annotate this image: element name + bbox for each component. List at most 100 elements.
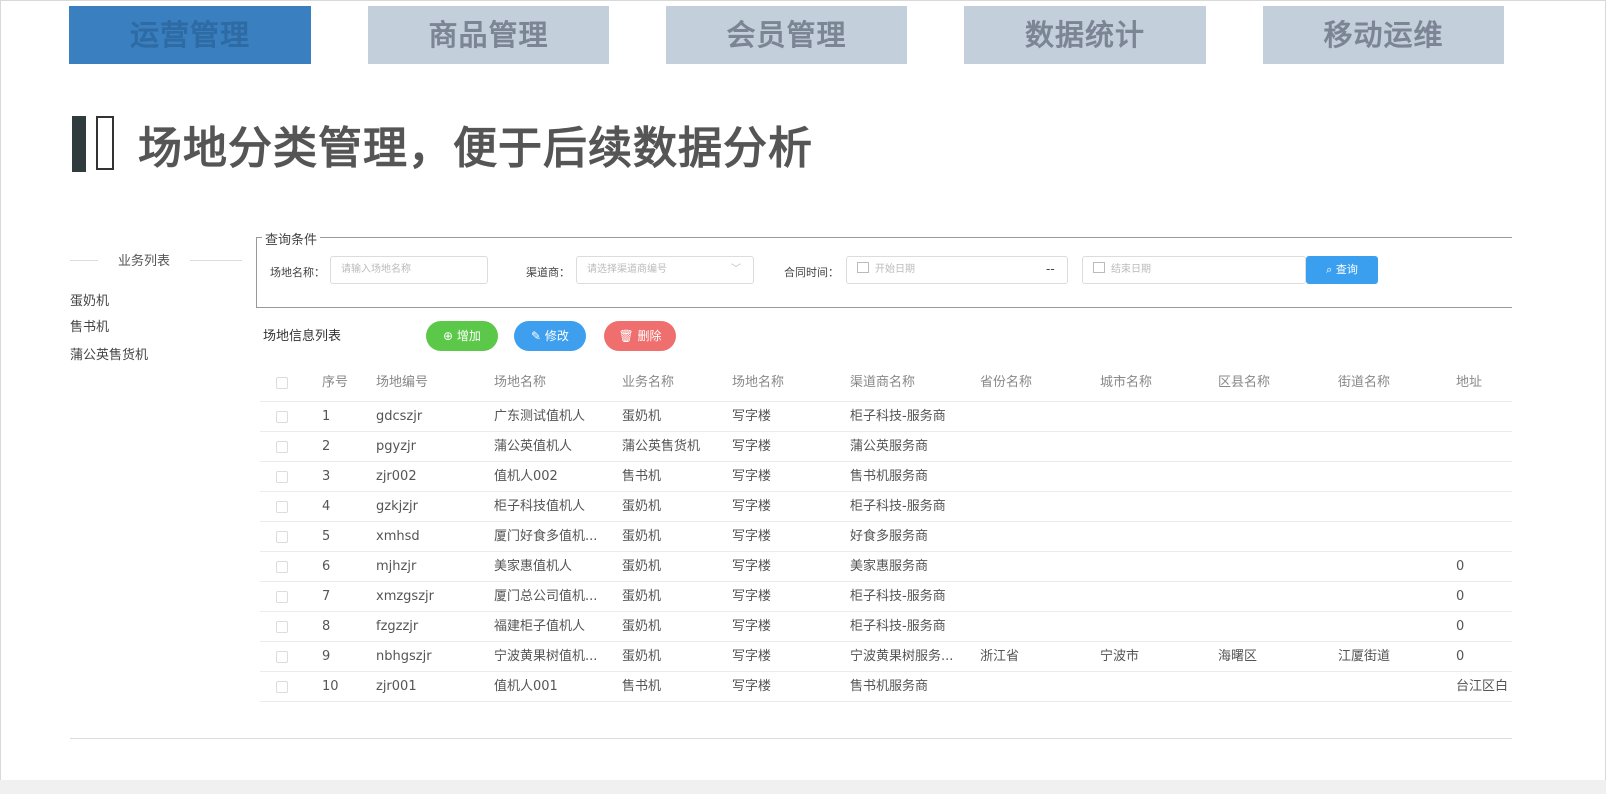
tab-mobile-ops[interactable]: 移动运维: [1263, 6, 1504, 64]
table-row[interactable]: 3 zjr002 值机人002 售书机 写字楼 售书机服务商: [260, 462, 1512, 492]
search-button[interactable]: ⌕ 查询: [1306, 256, 1378, 284]
table-cell: xmzgszjr: [376, 589, 434, 604]
column-header[interactable]: 区县名称: [1218, 364, 1328, 402]
row-checkbox[interactable]: [276, 441, 288, 453]
row-checkbox[interactable]: [276, 681, 288, 693]
table-cell: 值机人002: [494, 469, 558, 484]
trash-icon: 🗑: [618, 329, 638, 343]
calendar-icon: [1093, 262, 1105, 273]
column-header[interactable]: 地址: [1456, 364, 1512, 402]
row-checkbox[interactable]: [276, 561, 288, 573]
table-cell: 宁波市: [1100, 649, 1140, 664]
table-cell: 写字楼: [732, 469, 772, 484]
table-cell: 蛋奶机: [622, 619, 662, 634]
table-cell: 江厦街道: [1338, 649, 1391, 664]
table-cell: 5: [322, 529, 331, 544]
table-cell: 柜子科技-服务商: [850, 589, 946, 604]
site-name-input[interactable]: 请输入场地名称: [330, 256, 488, 284]
headline-box-marker: [96, 116, 114, 170]
table-cell: 9: [322, 649, 331, 664]
row-checkbox[interactable]: [276, 651, 288, 663]
calendar-icon: [857, 262, 869, 273]
table-row[interactable]: 9 nbhgszjr 宁波黄果树值机... 蛋奶机 写字楼 宁波黄果树服务... 浙江省 宁波…: [260, 642, 1512, 672]
table-row[interactable]: 1 gdcszjr 广东测试值机人 蛋奶机 写字楼 柜子科技-服务商: [260, 402, 1512, 432]
table-cell: 0: [1456, 589, 1465, 604]
table-cell: 8: [322, 619, 331, 634]
list-title: 场地信息列表: [263, 329, 342, 344]
table-row[interactable]: 4 gzkjzjr 柜子科技值机人 蛋奶机 写字楼 柜子科技-服务商: [260, 492, 1512, 522]
channel-select[interactable]: 请选择渠道商编号 ﹀: [576, 256, 754, 284]
end-date-input[interactable]: 结束日期: [1082, 256, 1306, 284]
select-all-checkbox[interactable]: [276, 377, 288, 389]
column-header[interactable]: 街道名称: [1338, 364, 1448, 402]
table-cell: 广东测试值机人: [494, 409, 586, 424]
table-cell: 蒲公英售货机: [622, 439, 701, 454]
table-cell: 浙江省: [980, 649, 1020, 664]
edit-button[interactable]: ✎ 修改: [514, 321, 586, 351]
row-checkbox[interactable]: [276, 531, 288, 543]
table-row[interactable]: 5 xmhsd 厦门好食多值机... 蛋奶机 写字楼 好食多服务商: [260, 522, 1512, 552]
table-row[interactable]: 2 pgyzjr 蒲公英值机人 蒲公英售货机 写字楼 蒲公英服务商: [260, 432, 1512, 462]
table-cell: 蛋奶机: [622, 499, 662, 514]
site-name-placeholder: 请输入场地名称: [341, 264, 411, 275]
table-cell: 厦门总公司值机...: [494, 589, 598, 604]
edit-button-label: 修改: [544, 329, 569, 343]
table-cell: 值机人001: [494, 679, 558, 694]
page-title: 场地分类管理，便于后续数据分析: [138, 123, 813, 174]
table-cell: 写字楼: [732, 619, 772, 634]
sidebar-item-dandelion-vending[interactable]: 蒲公英售货机: [70, 344, 148, 363]
sidebar-item-egg-milk-machine[interactable]: 蛋奶机: [70, 290, 109, 309]
tab-operations[interactable]: 运营管理: [69, 6, 311, 64]
tab-statistics[interactable]: 数据统计: [964, 6, 1206, 64]
delete-button[interactable]: 🗑 删除: [604, 321, 676, 351]
column-header[interactable]: 业务名称: [622, 364, 726, 402]
table-cell: zjr002: [376, 469, 417, 484]
row-checkbox[interactable]: [276, 411, 288, 423]
sidebar-item-book-machine[interactable]: 售书机: [70, 316, 109, 335]
table-row[interactable]: 8 fzgzzjr 福建柜子值机人 蛋奶机 写字楼 柜子科技-服务商 0: [260, 612, 1512, 642]
tab-members[interactable]: 会员管理: [666, 6, 907, 64]
table-cell: 厦门好食多值机...: [494, 529, 598, 544]
row-checkbox[interactable]: [276, 621, 288, 633]
table-cell: 蛋奶机: [622, 559, 662, 574]
tab-products[interactable]: 商品管理: [368, 6, 609, 64]
column-header[interactable]: 场地名称: [732, 364, 842, 402]
column-header[interactable]: 场地编号: [376, 364, 486, 402]
row-checkbox[interactable]: [276, 471, 288, 483]
table-cell: 7: [322, 589, 331, 604]
table-cell: 0: [1456, 649, 1465, 664]
table-row[interactable]: 6 mjhzjr 美家惠值机人 蛋奶机 写字楼 美家惠服务商 0: [260, 552, 1512, 582]
column-header[interactable]: 省份名称: [980, 364, 1090, 402]
headline-bar-marker: [72, 116, 86, 172]
table-cell: 写字楼: [732, 529, 772, 544]
table-cell: 柜子科技值机人: [494, 499, 586, 514]
start-date-placeholder: 开始日期: [875, 264, 915, 275]
table-cell: 3: [322, 469, 331, 484]
column-header[interactable]: 序号: [322, 364, 362, 402]
table-cell: 柜子科技-服务商: [850, 619, 946, 634]
column-header[interactable]: 城市名称: [1100, 364, 1210, 402]
column-header[interactable]: 场地名称: [494, 364, 616, 402]
table-cell: 售书机: [622, 469, 662, 484]
search-icon: ⌕: [1326, 263, 1336, 276]
delete-button-label: 删除: [637, 329, 662, 343]
column-header[interactable]: 渠道商名称: [850, 364, 974, 402]
table-cell: fzgzzjr: [376, 619, 419, 634]
table-cell: 柜子科技-服务商: [850, 409, 946, 424]
sidebar-title-divider-left: [70, 260, 98, 261]
table-cell: 写字楼: [732, 439, 772, 454]
row-checkbox[interactable]: [276, 591, 288, 603]
table-row[interactable]: 7 xmzgszjr 厦门总公司值机... 蛋奶机 写字楼 柜子科技-服务商 0: [260, 582, 1512, 612]
table-cell: 蒲公英值机人: [494, 439, 573, 454]
table-cell: 写字楼: [732, 559, 772, 574]
table-cell: 好食多服务商: [850, 529, 929, 544]
start-date-input[interactable]: 开始日期: [846, 256, 1068, 284]
table-row[interactable]: 10 zjr001 值机人001 售书机 写字楼 售书机服务商 台江区白: [260, 672, 1512, 702]
row-checkbox[interactable]: [276, 501, 288, 513]
table-cell: 1: [322, 409, 331, 424]
table-cell: 2: [322, 439, 331, 454]
bottom-strip: [0, 780, 1606, 794]
site-name-label: 场地名称：: [270, 266, 325, 279]
add-button[interactable]: ⊕ 增加: [426, 321, 498, 351]
channel-placeholder: 请选择渠道商编号: [587, 264, 667, 275]
